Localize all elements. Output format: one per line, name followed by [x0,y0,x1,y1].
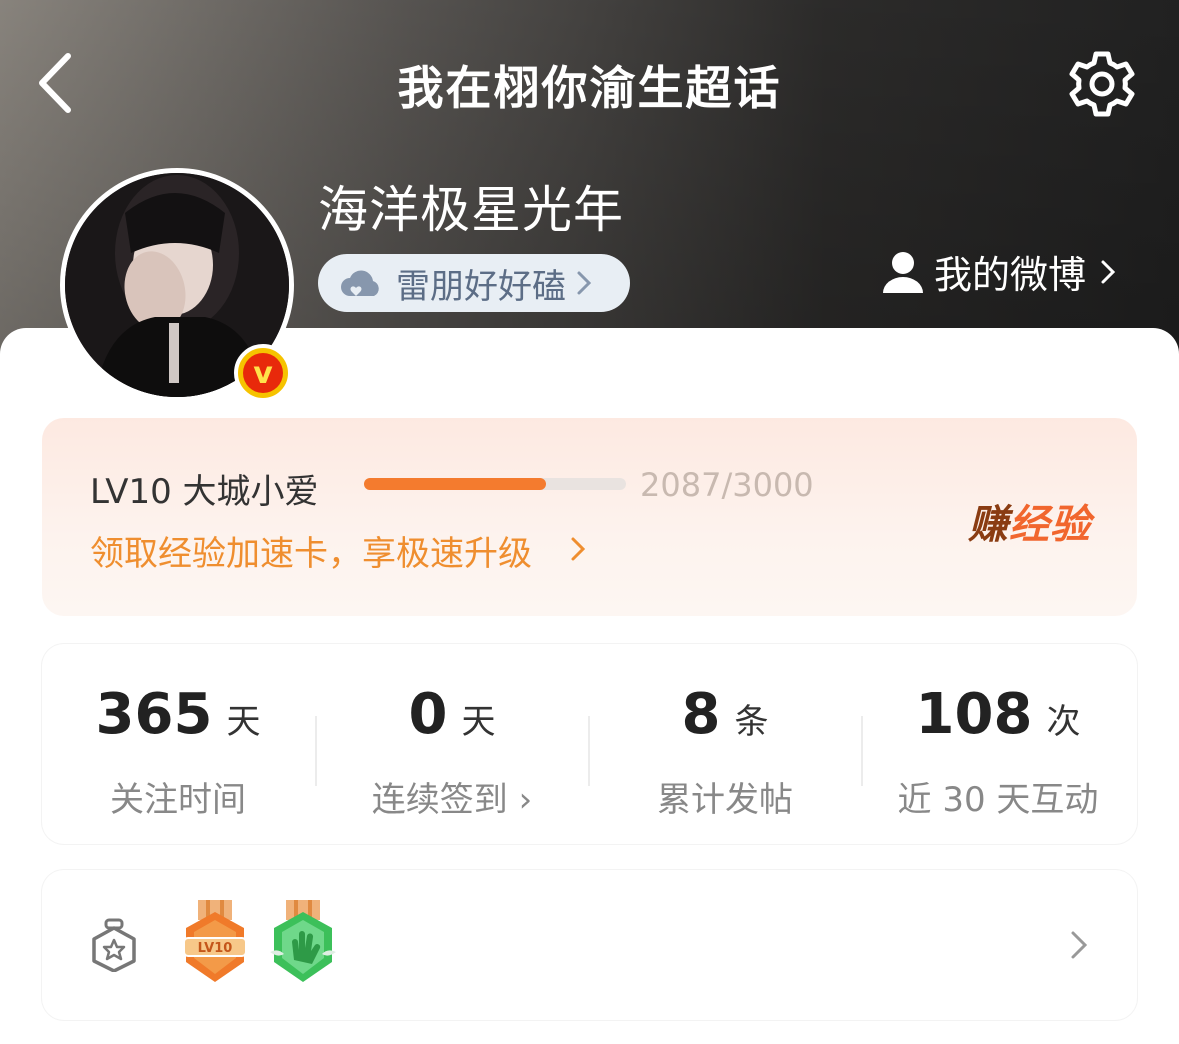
cloud-heart-icon [341,270,379,296]
chevron-right-icon [577,271,592,295]
stat-value: 8 [681,682,721,747]
level-progress-fill [364,478,547,490]
boost-card-link[interactable]: 领取经验加速卡，享极速升级 [90,526,532,575]
level-card[interactable]: LV10 大城小爱 2087/3000 领取经验加速卡，享极速升级 赚经验 [42,418,1137,616]
stat-value: 365 [95,682,213,747]
svg-text:LV10: LV10 [198,941,233,956]
stat-follow-time: 365 天 关注时间 [42,644,314,844]
stat-value: 0 [408,682,448,747]
my-weibo-link[interactable]: 我的微博 [882,244,1116,299]
tag-label: 雷朋好好磕 [396,266,566,307]
verified-badge: v [234,344,292,402]
gear-icon[interactable] [1066,48,1138,120]
stat-label: 关注时间 [110,780,246,820]
lv10-badge-icon[interactable]: LV10 [180,900,250,986]
stat-unit: 次 [1046,702,1081,742]
hand-badge-icon[interactable] [268,900,338,986]
medal-icon [92,918,136,972]
stat-label: 近 30 天互动 [897,780,1099,820]
badges-row[interactable]: LV10 [42,870,1137,1020]
my-weibo-label: 我的微博 [934,253,1087,297]
stat-unit: 条 [734,702,769,742]
stat-value: 108 [915,682,1033,747]
stat-label: 连续签到 › [371,780,533,820]
level-progress-bar [364,478,626,490]
stat-label: 累计发帖 [657,780,793,820]
stat-unit: 天 [461,702,496,742]
stat-posts: 8条 累计发帖 [589,644,861,844]
earn-label-part2: 经验 [1009,502,1091,548]
user-icon [883,251,923,293]
v-icon: v [243,353,283,393]
page-title: 我在栩你渝生超话 [397,61,782,115]
chevron-right-icon [1071,931,1088,959]
earn-exp-button[interactable]: 赚经验 [968,492,1091,550]
level-progress-text: 2087/3000 [640,466,814,504]
stat-unit: 天 [226,702,261,742]
level-name: LV10 大城小爱 [90,472,319,512]
stat-checkin[interactable]: 0天 连续签到 › [316,644,588,844]
chevron-right-icon [1101,260,1116,283]
supertopic-tag-button[interactable]: 雷朋好好磕 [318,254,630,312]
username: 海洋极星光年 [318,181,624,239]
stats-card: 365 天 关注时间 0天 连续签到 › 8条 累计发帖 108 次 近 30 天互… [42,644,1137,844]
chevron-right-icon [571,537,586,561]
earn-label-part1: 赚 [968,502,1009,548]
stat-interactions: 108 次 近 30 天互动 [862,644,1134,844]
